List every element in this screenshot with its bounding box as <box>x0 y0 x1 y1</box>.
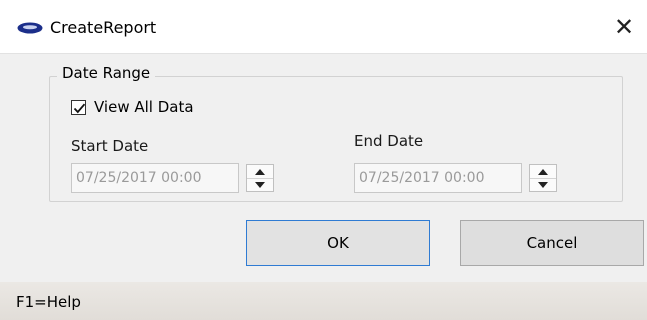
end-date-input[interactable] <box>354 163 522 193</box>
close-button[interactable]: ✕ <box>601 0 647 54</box>
view-all-data-label: View All Data <box>94 98 194 116</box>
start-date-input[interactable] <box>71 163 239 193</box>
title-bar: CreateReport ✕ <box>0 0 647 54</box>
spin-up-icon <box>538 168 548 175</box>
ok-button[interactable]: OK <box>246 220 430 266</box>
view-all-data-checkbox[interactable]: View All Data <box>71 98 194 116</box>
start-date-spin-down[interactable] <box>247 178 273 191</box>
end-date-picker <box>354 163 557 193</box>
window-title: CreateReport <box>50 18 157 37</box>
end-date-label: End Date <box>354 132 424 150</box>
end-date-spin-up[interactable] <box>530 165 556 179</box>
start-date-spin-up[interactable] <box>247 165 273 179</box>
status-bar: F1=Help <box>0 282 647 320</box>
date-range-group-label: Date Range <box>57 64 156 82</box>
end-date-spinner <box>529 164 557 192</box>
start-date-spinner <box>246 164 274 192</box>
help-hint: F1=Help <box>16 293 81 311</box>
start-date-picker <box>71 163 274 193</box>
cancel-button[interactable]: Cancel <box>460 220 644 266</box>
app-logo-icon <box>17 22 43 34</box>
end-date-spin-down[interactable] <box>530 178 556 191</box>
spin-down-icon <box>255 181 265 188</box>
spin-up-icon <box>255 168 265 175</box>
checkbox-box[interactable] <box>71 99 86 115</box>
close-icon: ✕ <box>613 13 635 41</box>
checkmark-icon <box>73 103 86 113</box>
start-date-label: Start Date <box>71 137 149 155</box>
spin-down-icon <box>538 181 548 188</box>
